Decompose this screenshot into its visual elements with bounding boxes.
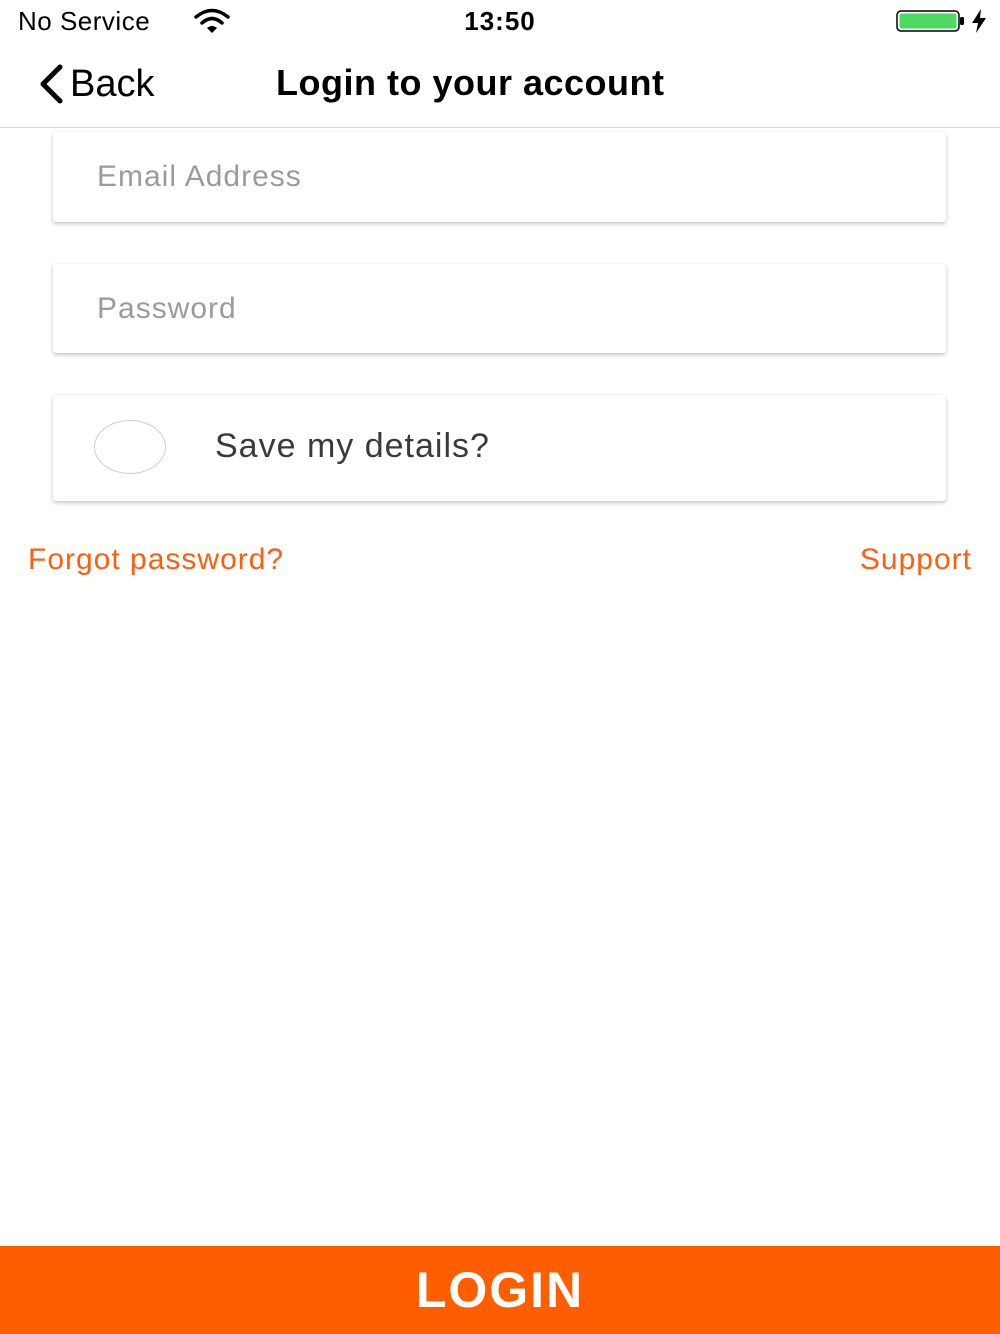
status-bar: No Service 13:50 [0, 0, 1000, 42]
password-card [53, 264, 946, 353]
email-card [53, 132, 946, 222]
back-button[interactable]: Back [36, 60, 154, 108]
page-title: Login to your account [276, 62, 665, 103]
chevron-left-icon [40, 64, 63, 104]
email-field[interactable] [97, 132, 897, 222]
password-field[interactable] [97, 264, 897, 353]
clock-label: 13:50 [464, 6, 536, 36]
battery-icon [896, 10, 964, 32]
support-link[interactable]: Support [860, 543, 972, 577]
login-screen: No Service 13:50 Back Login to your acco… [0, 0, 1000, 1334]
save-details-label: Save my details? [215, 427, 490, 465]
save-details-card: Save my details? [53, 395, 946, 501]
login-button[interactable]: LOGIN [0, 1246, 1000, 1334]
login-button-label: LOGIN [415, 1262, 585, 1318]
forgot-password-link[interactable]: Forgot password? [28, 543, 284, 577]
lightning-bolt-icon [972, 9, 986, 33]
back-label: Back [70, 62, 155, 105]
save-details-radio[interactable] [94, 420, 166, 474]
navigation-bar: Back Login to your account [0, 42, 1000, 128]
